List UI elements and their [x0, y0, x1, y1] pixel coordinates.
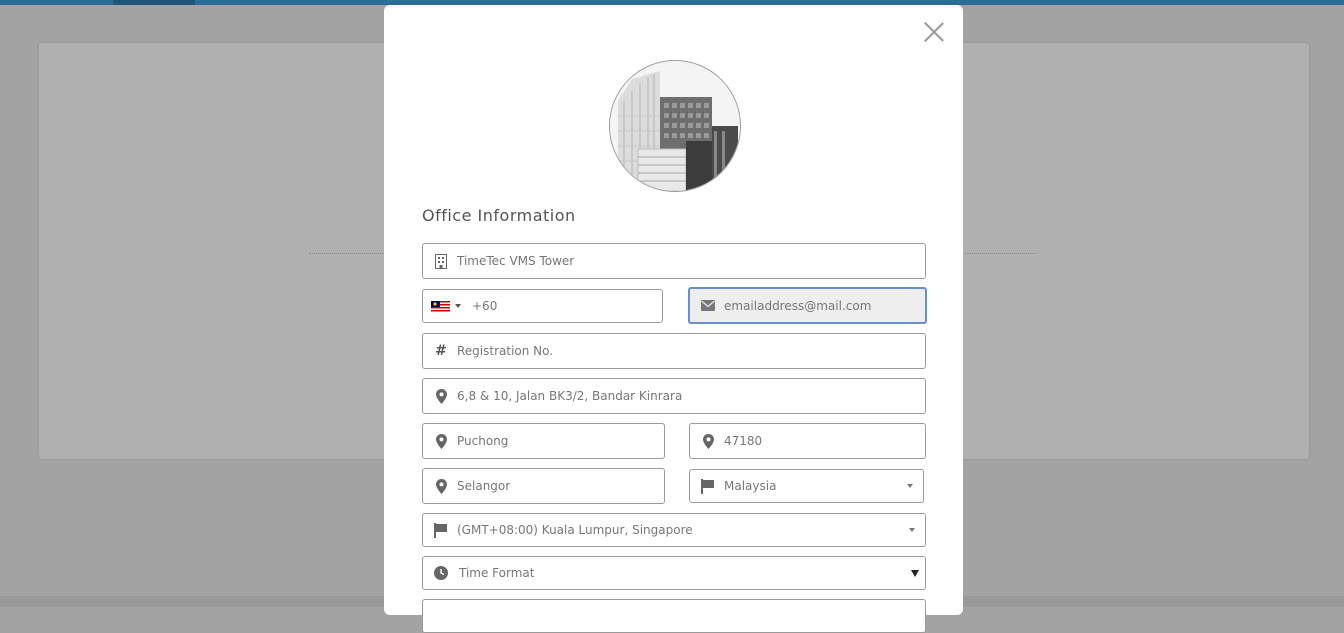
email-field[interactable]: emailaddress@mail.com — [688, 287, 927, 324]
office-information-modal: Office Information TimeTec VMS Tower +60… — [384, 5, 963, 633]
office-name-value: TimeTec VMS Tower — [457, 254, 575, 268]
time-format-placeholder: Time Format — [459, 566, 535, 580]
map-marker-icon — [701, 433, 715, 449]
office-name-field[interactable]: TimeTec VMS Tower — [422, 243, 926, 279]
malaysia-flag-icon[interactable] — [431, 300, 450, 312]
active-nav-tab[interactable] — [113, 0, 195, 5]
city-field[interactable]: Puchong — [422, 423, 665, 459]
map-marker-icon — [434, 478, 448, 494]
close-icon[interactable] — [923, 21, 945, 43]
phone-code-value: +60 — [472, 299, 498, 313]
postcode-field[interactable]: 47180 — [689, 423, 926, 459]
envelope-icon — [701, 298, 715, 314]
timezone-value: (GMT+08:00) Kuala Lumpur, Singapore — [457, 523, 693, 537]
phone-field[interactable]: +60 — [422, 289, 663, 323]
address-field[interactable]: 6,8 & 10, Jalan BK3/2, Bandar Kinrara — [422, 378, 926, 414]
flag-icon — [434, 522, 448, 538]
state-value: Selangor — [457, 479, 511, 493]
flag-icon — [701, 478, 715, 494]
email-placeholder: emailaddress@mail.com — [724, 298, 872, 313]
state-field[interactable]: Selangor — [422, 468, 665, 504]
postcode-value: 47180 — [724, 434, 763, 448]
next-field[interactable] — [422, 599, 926, 633]
map-marker-icon — [434, 433, 448, 449]
timezone-select[interactable]: (GMT+08:00) Kuala Lumpur, Singapore — [422, 513, 926, 547]
clock-icon — [434, 565, 448, 581]
city-value: Puchong — [457, 434, 509, 448]
registration-placeholder: Registration No. — [457, 344, 554, 358]
country-code-dropdown-icon[interactable] — [455, 304, 461, 308]
country-value: Malaysia — [724, 479, 777, 493]
address-value: 6,8 & 10, Jalan BK3/2, Bandar Kinrara — [457, 389, 683, 403]
hash-icon: # — [435, 343, 447, 359]
chevron-down-icon — [911, 570, 919, 577]
country-select[interactable]: Malaysia — [689, 469, 924, 503]
registration-field[interactable]: # Registration No. — [422, 333, 926, 369]
chevron-down-icon — [909, 528, 915, 532]
section-title: Office Information — [422, 206, 576, 225]
map-marker-icon — [434, 388, 448, 404]
chevron-down-icon — [907, 484, 913, 488]
building-icon — [434, 253, 448, 269]
time-format-select[interactable]: Time Format — [422, 556, 926, 590]
office-avatar[interactable] — [609, 60, 741, 192]
office-buildings-image — [610, 61, 740, 191]
